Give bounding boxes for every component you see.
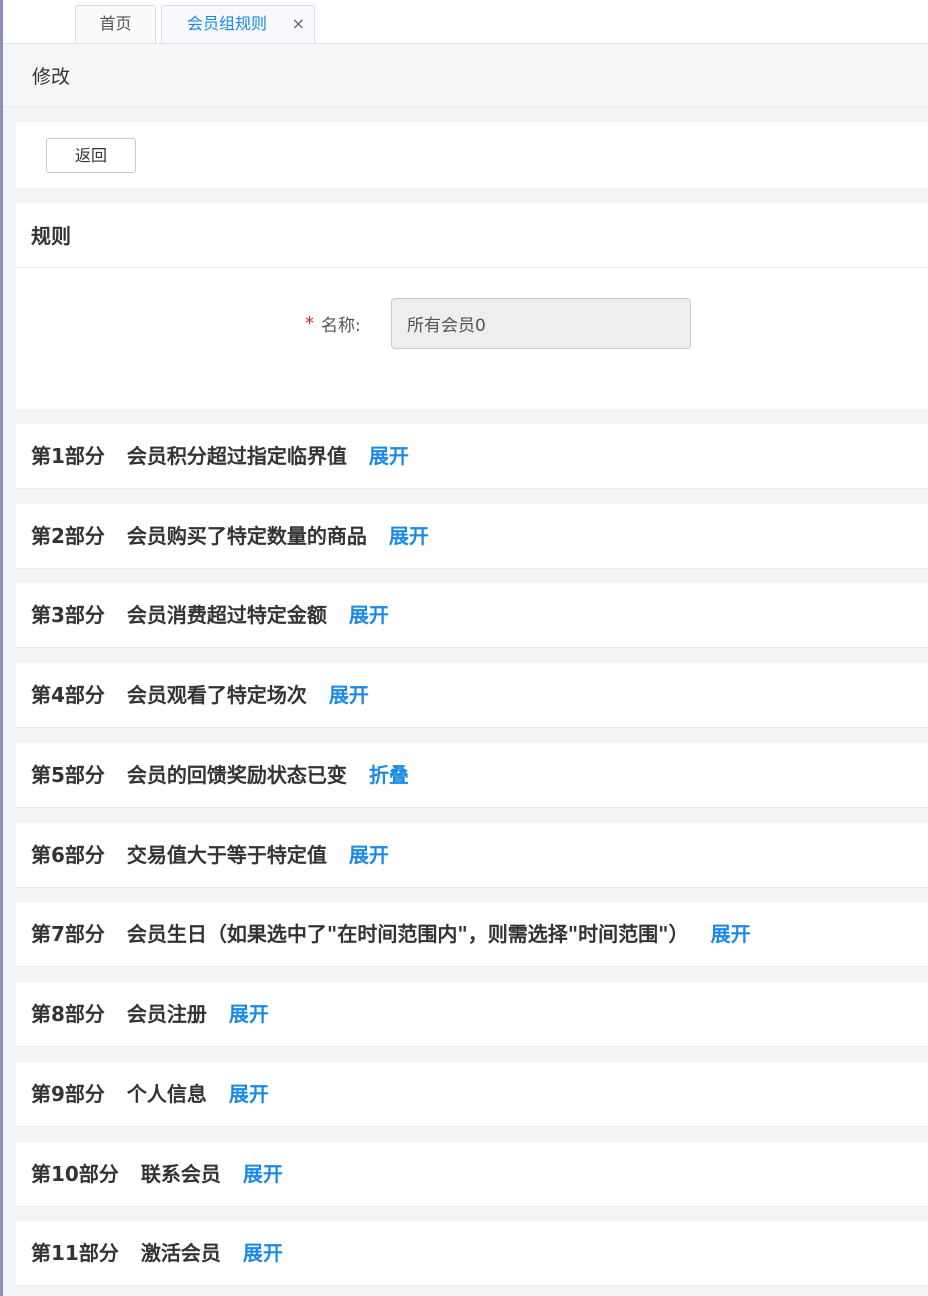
section-number: 第11部分: [31, 1241, 119, 1265]
close-icon[interactable]: ×: [292, 6, 305, 42]
section-title: 激活会员: [140, 1241, 221, 1265]
section-row: 第9部分 个人信息 展开: [16, 1062, 928, 1127]
section-row: 第8部分 会员注册 展开: [16, 982, 928, 1047]
section-number: 第10部分: [31, 1162, 119, 1186]
rule-card-header: 规则: [16, 203, 928, 268]
page-title: 修改: [32, 66, 71, 88]
section-header: 第2部分 会员购买了特定数量的商品 展开: [31, 504, 429, 568]
section-toggle-link[interactable]: 展开: [329, 663, 369, 727]
section-number: 第2部分: [31, 524, 105, 548]
section-header: 第9部分 个人信息 展开: [31, 1062, 269, 1126]
name-label: 名称:: [321, 316, 361, 336]
section-title: 会员生日（如果选中了"在时间范围内"，则需选择"时间范围"）: [126, 922, 689, 946]
section-number: 第8部分: [31, 1002, 105, 1026]
window-left-edge: [0, 0, 3, 1296]
tab-member-group-rule-label: 会员组规则: [187, 14, 268, 33]
tab-member-group-rule[interactable]: 会员组规则 ×: [161, 5, 315, 43]
page-header: 修改: [3, 44, 928, 107]
tab-home[interactable]: 首页: [75, 5, 156, 43]
section-row: 第11部分 激活会员 展开: [16, 1221, 928, 1286]
tab-bar: 首页 会员组规则 ×: [3, 0, 928, 44]
rule-card: 规则 * 名称:: [16, 203, 928, 409]
toolbar-card: 返回: [16, 122, 928, 188]
rule-title: 规则: [31, 224, 71, 248]
section-header: 第5部分 会员的回馈奖励状态已变 折叠: [31, 743, 409, 807]
required-mark: *: [305, 313, 314, 334]
section-row: 第4部分 会员观看了特定场次 展开: [16, 663, 928, 728]
section-header: 第7部分 会员生日（如果选中了"在时间范围内"，则需选择"时间范围"） 展开: [31, 902, 751, 966]
tab-home-label: 首页: [99, 14, 132, 33]
section-toggle-link[interactable]: 展开: [229, 982, 269, 1046]
section-number: 第5部分: [31, 763, 105, 787]
section-title: 会员消费超过特定金额: [126, 603, 327, 627]
section-title: 会员观看了特定场次: [126, 683, 307, 707]
section-header: 第3部分 会员消费超过特定金额 展开: [31, 583, 389, 647]
section-header: 第4部分 会员观看了特定场次 展开: [31, 663, 369, 727]
section-number: 第4部分: [31, 683, 105, 707]
section-row: 第1部分 会员积分超过指定临界值 展开: [16, 424, 928, 489]
section-toggle-link[interactable]: 折叠: [369, 743, 409, 807]
section-row: 第5部分 会员的回馈奖励状态已变 折叠: [16, 743, 928, 808]
section-title: 会员积分超过指定临界值: [126, 444, 347, 468]
section-toggle-link[interactable]: 展开: [229, 1062, 269, 1126]
section-row: 第3部分 会员消费超过特定金额 展开: [16, 583, 928, 648]
section-toggle-link[interactable]: 展开: [389, 504, 429, 568]
section-toggle-link[interactable]: 展开: [243, 1221, 283, 1285]
section-header: 第1部分 会员积分超过指定临界值 展开: [31, 424, 409, 488]
section-row: 第10部分 联系会员 展开: [16, 1142, 928, 1207]
section-toggle-link[interactable]: 展开: [349, 583, 389, 647]
section-row: 第2部分 会员购买了特定数量的商品 展开: [16, 504, 928, 569]
section-row: 第6部分 交易值大于等于特定值 展开: [16, 823, 928, 888]
section-title: 会员购买了特定数量的商品: [126, 524, 367, 548]
section-number: 第3部分: [31, 603, 105, 627]
back-button[interactable]: 返回: [46, 138, 136, 173]
section-row: 第7部分 会员生日（如果选中了"在时间范围内"，则需选择"时间范围"） 展开: [16, 902, 928, 967]
section-header: 第10部分 联系会员 展开: [31, 1142, 283, 1206]
section-toggle-link[interactable]: 展开: [349, 823, 389, 887]
section-title: 联系会员: [140, 1162, 221, 1186]
section-number: 第9部分: [31, 1082, 105, 1106]
section-number: 第6部分: [31, 843, 105, 867]
section-header: 第11部分 激活会员 展开: [31, 1221, 283, 1285]
section-number: 第7部分: [31, 922, 105, 946]
section-title: 交易值大于等于特定值: [126, 843, 327, 867]
section-number: 第1部分: [31, 444, 105, 468]
section-toggle-link[interactable]: 展开: [711, 902, 751, 966]
section-toggle-link[interactable]: 展开: [243, 1142, 283, 1206]
section-toggle-link[interactable]: 展开: [369, 424, 409, 488]
section-title: 个人信息: [126, 1082, 207, 1106]
name-input[interactable]: [391, 298, 691, 349]
section-header: 第8部分 会员注册 展开: [31, 982, 269, 1046]
section-title: 会员注册: [126, 1002, 207, 1026]
section-title: 会员的回馈奖励状态已变: [126, 763, 347, 787]
section-header: 第6部分 交易值大于等于特定值 展开: [31, 823, 389, 887]
